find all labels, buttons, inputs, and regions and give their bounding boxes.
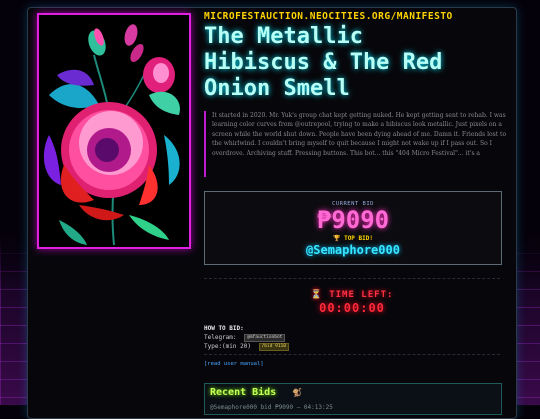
top-bid-label: 🏆 TOP BID!: [333, 235, 373, 242]
title-line-1: The Metallic: [204, 24, 363, 49]
title-line-3: Onion Smell: [204, 76, 350, 101]
recent-bid-row: @Semaphore000 bid ₱9090 — 04:13:25: [210, 404, 333, 411]
current-bid-amount: ₱9090: [316, 206, 390, 234]
bid-command[interactable]: /bid 9110: [258, 342, 289, 351]
countdown-timer: 00:00:00: [319, 301, 385, 315]
title-line-2: Hibiscus & The Red: [204, 50, 443, 75]
how-to-bid-heading: HOW TO BID:: [204, 325, 244, 332]
current-bid-box: CURRENT BID ₱9090 🏆 TOP BID! @Semaphore0…: [204, 191, 502, 265]
type-label: Type:(min 20): [204, 343, 251, 350]
time-left-label: ⏳ TIME LEFT:: [310, 290, 394, 300]
top-bidder[interactable]: @Semaphore000: [205, 243, 501, 257]
hibiscus-artwork: [37, 13, 191, 249]
telegram-label: Telegram:: [204, 334, 237, 341]
user-manual-link[interactable]: [read user manual]: [204, 361, 264, 367]
hibiscus-flower-image: [39, 15, 189, 247]
divider: [204, 354, 500, 355]
telegram-line: Telegram: @mfauctionbot: [204, 333, 500, 342]
type-line: Type:(min 20) /bid 9110: [204, 342, 500, 351]
page-title: The Metallic Hibiscus & The Red Onion Sm…: [204, 24, 504, 102]
telegram-handle[interactable]: @mfauctionbot: [244, 333, 286, 342]
divider: [204, 278, 500, 279]
how-to-bid: HOW TO BID: Telegram: @mfauctionbot Type…: [204, 324, 500, 351]
story-text: It started in 2020. Mr. Yuk's group chat…: [204, 111, 508, 177]
recent-bids-panel: Recent Bids 🐒 @Semaphore000 bid ₱9090 — …: [204, 383, 502, 415]
site-url[interactable]: MICROFESTAUCTION.NEOCITIES.ORG/MANIFESTO: [204, 11, 504, 22]
recent-bids-title: Recent Bids: [210, 387, 277, 398]
monkey-icon: 🐒: [292, 388, 302, 397]
